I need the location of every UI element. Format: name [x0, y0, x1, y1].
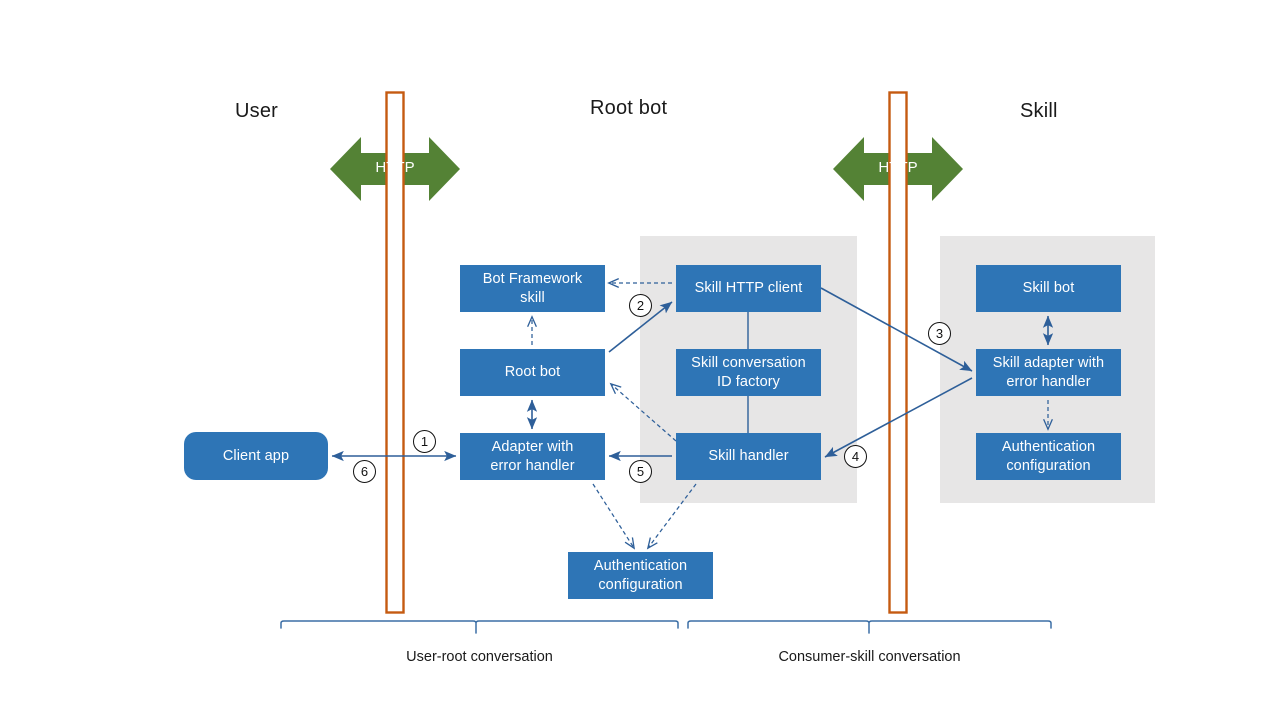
node-bot-framework-skill[interactable]: Bot Framework skill [460, 265, 605, 312]
bracket-layer [280, 620, 1052, 634]
node-skill-http-client[interactable]: Skill HTTP client [676, 265, 821, 312]
step-badge-3: 3 [928, 322, 951, 345]
step-badge-2: 2 [629, 294, 652, 317]
node-skill-bot[interactable]: Skill bot [976, 265, 1121, 312]
bracket-user-root [280, 620, 679, 634]
node-skill-adapter-with-error-handler[interactable]: Skill adapter with error handler [976, 349, 1121, 396]
zone-label-root-bot: Root bot [590, 97, 668, 119]
bracket-consumer-skill [687, 620, 1052, 634]
node-adapter-with-error-handler[interactable]: Adapter with error handler [460, 433, 605, 480]
bracket-caption-consumer-skill: Consumer-skill conversation [778, 649, 961, 665]
step-badge-1: 1 [413, 430, 436, 453]
node-authentication-configuration-skill[interactable]: Authentication configuration [976, 433, 1121, 480]
node-skill-handler[interactable]: Skill handler [676, 433, 821, 480]
connector-adapter-authentication-configuration [592, 483, 636, 550]
diagram-canvas: Bot Framework skill --> Skill HTTP clien… [0, 0, 1280, 720]
node-skill-conversation-id-factory[interactable]: Skill conversation ID factory [676, 349, 821, 396]
zone-label-user: User [235, 100, 279, 122]
step-badge-4: 4 [844, 445, 867, 468]
http-arrow-label-user-root: HTTP [375, 159, 415, 176]
http-arrow-label-root-skill: HTTP [878, 159, 918, 176]
node-authentication-configuration-root[interactable]: Authentication configuration [568, 552, 713, 599]
bracket-caption-user-root: User-root conversation [406, 649, 553, 665]
node-client-app[interactable]: Client app [184, 432, 328, 480]
step-badge-5: 5 [629, 460, 652, 483]
node-root-bot[interactable]: Root bot [460, 349, 605, 396]
step-badge-6: 6 [353, 460, 376, 483]
zone-label-skill: Skill [1020, 100, 1058, 122]
